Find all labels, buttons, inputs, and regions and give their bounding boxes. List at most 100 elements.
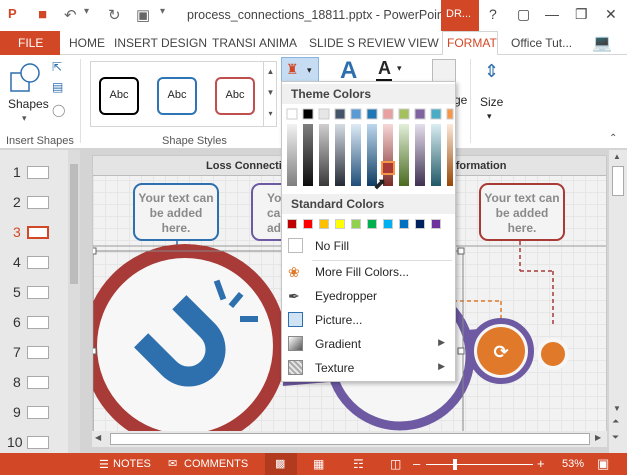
shapes-dropdown-icon[interactable]: ▾ xyxy=(22,113,27,124)
undo-icon[interactable]: ↶ xyxy=(64,6,77,24)
reading-view-icon[interactable]: ☶ xyxy=(353,457,364,471)
shape-fill-button[interactable]: ♜ ▾ xyxy=(281,57,319,83)
theme-colors-grid[interactable] xyxy=(286,108,454,190)
normal-view-button[interactable]: ▩ xyxy=(265,453,297,475)
scroll-left-icon[interactable]: ◀ xyxy=(95,433,101,442)
tab-format[interactable]: FORMAT xyxy=(442,31,498,56)
zoom-slider-track[interactable] xyxy=(426,464,533,465)
thumbnails-scroll-thumb[interactable] xyxy=(70,164,78,284)
horizontal-scrollbar[interactable]: ◀ ▶ xyxy=(92,431,607,447)
horizontal-scroll-thumb[interactable] xyxy=(110,433,590,445)
size-icon[interactable]: ⇕ xyxy=(484,61,499,82)
slide-sorter-icon[interactable]: ▦ xyxy=(313,457,324,471)
eyedropper-item[interactable]: ✒ Eyedropper xyxy=(282,284,455,308)
theme-swatch-shades[interactable] xyxy=(287,124,453,186)
fit-to-window-icon[interactable]: ▣ xyxy=(597,456,609,472)
arrange-icon[interactable] xyxy=(432,59,456,83)
standard-swatch-orange[interactable] xyxy=(319,219,329,229)
no-fill-item[interactable]: No Fill xyxy=(282,234,455,258)
text-fill-dropdown-icon[interactable]: ▾ xyxy=(397,63,402,74)
standard-swatch-green[interactable] xyxy=(367,219,377,229)
zoom-in-button[interactable]: + xyxy=(537,456,545,471)
standard-swatch-red[interactable] xyxy=(303,219,313,229)
redo-icon[interactable]: ↻ xyxy=(108,6,121,24)
tab-animations[interactable]: ANIMA xyxy=(259,36,297,50)
comments-icon[interactable]: ✉ xyxy=(168,457,177,470)
theme-color-swatches[interactable] xyxy=(286,108,454,190)
close-button[interactable]: ✕ xyxy=(605,6,617,23)
minimize-button[interactable]: — xyxy=(545,6,559,22)
standard-swatch-light-green[interactable] xyxy=(351,219,361,229)
slide-thumbnail-active[interactable] xyxy=(27,226,49,239)
tab-home[interactable]: HOME xyxy=(69,36,105,50)
next-slide-icon[interactable]: ⏷ xyxy=(612,432,619,443)
gallery-scroll-buttons[interactable]: ▲ ▼ ▾ xyxy=(263,61,277,127)
edit-shape-icon[interactable]: ⇱ xyxy=(52,60,62,74)
slide-thumbnail[interactable] xyxy=(27,346,49,359)
ribbon-display-icon[interactable]: ▢ xyxy=(517,6,530,23)
slide-thumbnail[interactable] xyxy=(27,166,49,179)
zoom-slider-thumb[interactable] xyxy=(453,459,457,470)
user-avatar-icon[interactable]: 💻 xyxy=(592,33,612,53)
more-fill-colors-item[interactable]: ❀ More Fill Colors... xyxy=(282,260,455,284)
slide-thumbnail[interactable] xyxy=(27,436,49,449)
text-fill-icon[interactable]: A xyxy=(378,58,391,79)
tab-review[interactable]: REVIEW xyxy=(358,36,405,50)
previous-slide-icon[interactable]: ⏶ xyxy=(612,416,619,427)
gradient-item[interactable]: Gradient ▶ xyxy=(282,332,455,356)
scroll-down-icon[interactable]: ▼ xyxy=(613,404,621,413)
tab-design[interactable]: DESIGN xyxy=(161,36,207,50)
tab-slide-show[interactable]: SLIDE S xyxy=(309,36,355,50)
restore-button[interactable]: ❐ xyxy=(575,6,588,23)
scroll-up-icon[interactable]: ▲ xyxy=(613,152,621,161)
tab-file[interactable]: FILE xyxy=(0,31,60,55)
zoom-level[interactable]: 53% xyxy=(562,458,584,470)
slide-thumbnail[interactable] xyxy=(27,316,49,329)
tab-transitions[interactable]: TRANSI xyxy=(212,36,256,50)
slide-show-icon[interactable]: ◫ xyxy=(390,457,401,471)
account-name[interactable]: Office Tut... xyxy=(511,36,572,50)
standard-swatch-yellow[interactable] xyxy=(335,219,345,229)
help-icon[interactable]: ? xyxy=(489,6,497,22)
slide-thumbnail[interactable] xyxy=(27,406,49,419)
theme-swatch-row-top[interactable] xyxy=(286,108,454,120)
slide-thumbnail[interactable] xyxy=(27,286,49,299)
standard-swatch-light-blue[interactable] xyxy=(383,219,393,229)
present-icon[interactable]: ▣ xyxy=(136,6,150,24)
size-button[interactable]: Size xyxy=(480,95,503,109)
slide-thumbnail[interactable] xyxy=(27,256,49,269)
arrange-label-partial[interactable]: ge xyxy=(454,93,467,107)
standard-colors-row[interactable] xyxy=(286,219,454,231)
notes-button[interactable]: NOTES xyxy=(113,458,151,470)
undo-dropdown-icon[interactable]: ▾ xyxy=(84,6,89,17)
comments-button[interactable]: COMMENTS xyxy=(184,458,248,470)
shapes-icon[interactable] xyxy=(8,61,44,97)
text-box-icon[interactable]: ▤ xyxy=(52,80,63,94)
shape-style-red[interactable]: Abc xyxy=(215,77,255,115)
collapse-ribbon-icon[interactable]: ⌃ xyxy=(609,133,617,144)
vertical-scroll-thumb[interactable] xyxy=(612,166,624,196)
notes-icon[interactable]: ☰ xyxy=(99,458,109,471)
shape-style-blue[interactable]: Abc xyxy=(157,77,197,115)
picture-item[interactable]: Picture... xyxy=(282,308,455,332)
qat-customize-icon[interactable]: ▾ xyxy=(160,6,165,17)
size-dropdown-icon[interactable]: ▾ xyxy=(487,111,492,122)
texture-item[interactable]: Texture ▶ xyxy=(282,356,455,380)
shape-style-black[interactable]: Abc xyxy=(99,77,139,115)
tab-insert[interactable]: INSERT xyxy=(114,36,158,50)
slide-thumbnail[interactable] xyxy=(27,196,49,209)
standard-swatch-purple[interactable] xyxy=(431,219,441,229)
standard-swatch-dark-blue[interactable] xyxy=(415,219,425,229)
standard-swatch-blue[interactable] xyxy=(399,219,409,229)
scroll-right-icon[interactable]: ▶ xyxy=(595,433,601,442)
standard-swatch-dark-red[interactable] xyxy=(287,219,297,229)
merge-shapes-icon[interactable]: ◯ xyxy=(52,103,65,117)
slide-thumbnails-pane: 1 2 3 4 5 6 7 8 9 10 xyxy=(0,150,80,453)
slide-thumbnail[interactable] xyxy=(27,376,49,389)
thumbnails-scrollbar[interactable] xyxy=(68,150,80,453)
zoom-out-button[interactable]: – xyxy=(413,456,420,471)
vertical-scrollbar[interactable]: ▲ ▼ ⏶ ⏷ xyxy=(609,150,627,453)
tab-view[interactable]: VIEW xyxy=(408,36,439,50)
save-icon[interactable]: ■ xyxy=(38,6,47,23)
shapes-button[interactable]: Shapes xyxy=(8,97,49,111)
